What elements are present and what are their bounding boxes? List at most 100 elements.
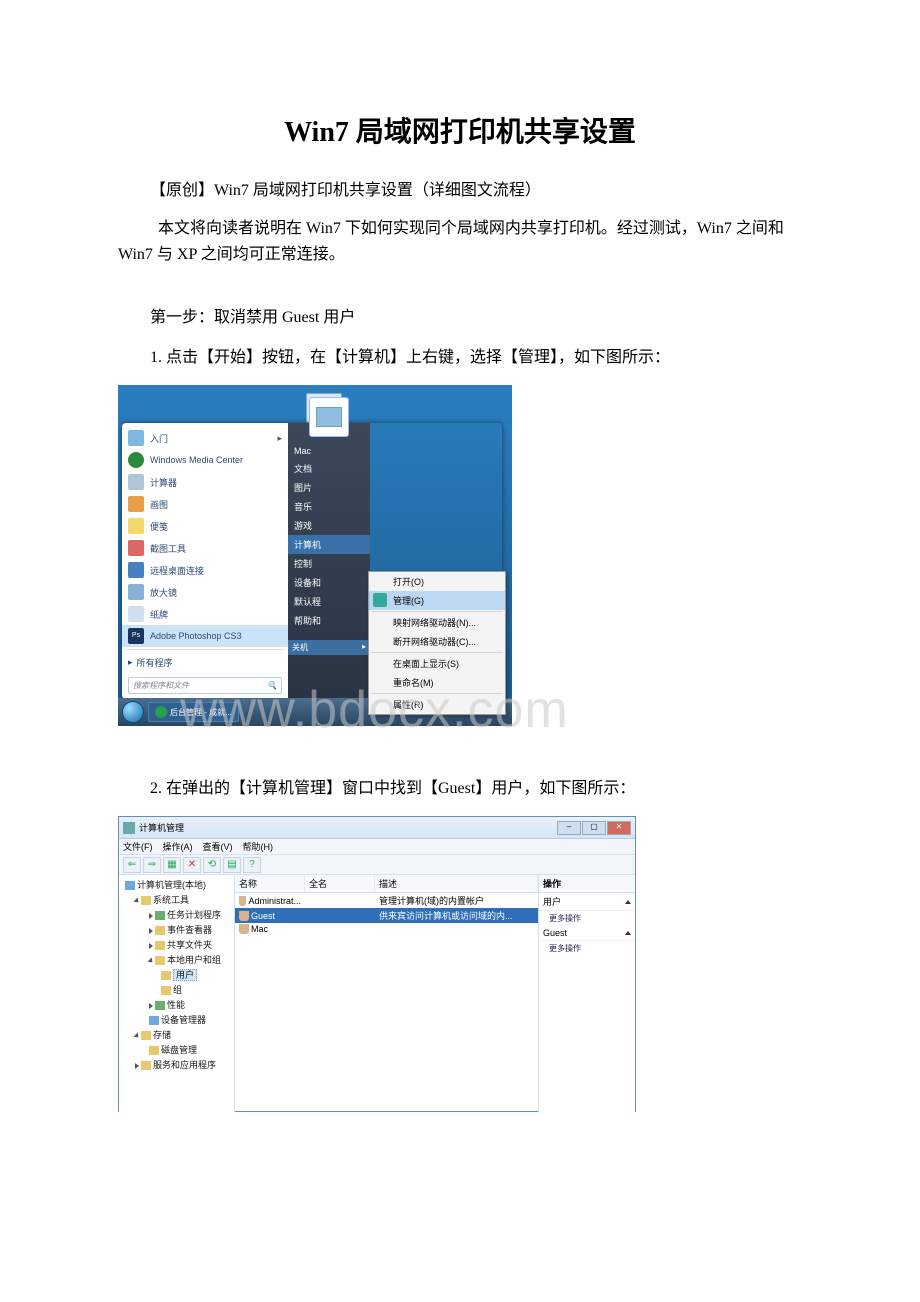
sm-right-item[interactable]: 音乐 [288, 497, 370, 516]
toolbar-forward[interactable]: ⇒ [143, 857, 161, 873]
folder-icon [141, 896, 151, 905]
tree-storage[interactable]: 存储 [121, 1027, 232, 1042]
toolbar-help[interactable]: ? [243, 857, 261, 873]
col-name[interactable]: 名称 [235, 875, 305, 892]
sm-item[interactable]: 计算器 [122, 471, 288, 493]
actions-section-users[interactable]: 用户 [539, 893, 635, 911]
sm-item[interactable]: 纸牌 [122, 603, 288, 625]
all-programs[interactable]: ▸所有程序 [122, 652, 288, 673]
tree-services[interactable]: 服务和应用程序 [121, 1057, 232, 1072]
sm-right-item[interactable]: 设备和 [288, 573, 370, 592]
tree-task[interactable]: 任务计划程序 [121, 907, 232, 922]
ctx-open[interactable]: 打开(O) [369, 572, 505, 591]
computer-icon [125, 881, 135, 890]
sm-right-item[interactable]: 游戏 [288, 516, 370, 535]
chevron-up-icon [625, 931, 631, 935]
shutdown-button[interactable]: 关机▸ [288, 640, 370, 655]
maximize-button[interactable]: ▢ [582, 821, 606, 835]
menu-help[interactable]: 帮助(H) [243, 840, 274, 853]
list-panel: 名称 全名 描述 Administrat... 管理计算机(域)的内置帐户 Gu… [235, 875, 539, 1113]
chevron-right-icon: ▸ [277, 433, 282, 444]
sm-item[interactable]: PsAdobe Photoshop CS3 [122, 625, 288, 647]
menu-action[interactable]: 操作(A) [163, 840, 193, 853]
storage-icon [141, 1031, 151, 1040]
app-icon [123, 822, 135, 834]
sm-right-item-computer[interactable]: 计算机 [288, 535, 370, 554]
ctx-disconnect-drive[interactable]: 断开网络驱动器(C)... [369, 632, 505, 651]
event-icon [155, 926, 165, 935]
tree-disk[interactable]: 磁盘管理 [121, 1042, 232, 1057]
step1-title: 第一步：取消禁用 Guest 用户 [118, 303, 802, 327]
sm-label: 便笺 [150, 520, 168, 533]
sm-right-item[interactable]: 帮助和 [288, 611, 370, 630]
app-icon [128, 452, 144, 468]
chevron-right-icon [135, 1063, 139, 1069]
actions-panel: 操作 用户 更多操作 Guest 更多操作 [539, 875, 635, 1113]
tree-devmgr[interactable]: 设备管理器 [121, 1012, 232, 1027]
table-row[interactable]: Mac [235, 923, 538, 935]
sm-label: 放大镜 [150, 586, 177, 599]
actions-more[interactable]: 更多操作 [539, 911, 635, 926]
tree-groups[interactable]: 组 [121, 982, 232, 997]
sm-right-item[interactable]: 控制 [288, 554, 370, 573]
ctx-label: 管理(G) [393, 596, 424, 606]
screenshot-start-menu: 入门▸ Windows Media Center 计算器 画图 便笺 截图工具 … [118, 385, 512, 726]
toolbar-props[interactable]: ▤ [223, 857, 241, 873]
start-orb[interactable] [122, 701, 144, 723]
col-desc[interactable]: 描述 [375, 875, 538, 892]
sm-right-item[interactable]: 默认程 [288, 592, 370, 611]
sm-item[interactable]: 截图工具 [122, 537, 288, 559]
sm-label: 远程桌面连接 [150, 564, 204, 577]
toolbar-refresh[interactable]: ⟲ [203, 857, 221, 873]
ctx-properties[interactable]: 属性(R) [369, 695, 505, 714]
table-row-guest[interactable]: Guest 供来宾访问计算机或访问域的内... [235, 908, 538, 923]
users-icon [155, 956, 165, 965]
app-icon [128, 562, 144, 578]
tree-perf[interactable]: 性能 [121, 997, 232, 1012]
sm-item[interactable]: Windows Media Center [122, 449, 288, 471]
table-row[interactable]: Administrat... 管理计算机(域)的内置帐户 [235, 893, 538, 908]
actions-section-guest[interactable]: Guest [539, 926, 635, 941]
divider [371, 611, 503, 612]
device-icon [149, 1016, 159, 1025]
user-icon [239, 896, 246, 906]
toolbar-up[interactable]: ▦ [163, 857, 181, 873]
tree-users[interactable]: 用户 [121, 967, 232, 982]
sm-right-item[interactable]: 图片 [288, 478, 370, 497]
divider [126, 649, 284, 650]
manage-icon [373, 593, 387, 607]
ctx-rename[interactable]: 重命名(M) [369, 673, 505, 692]
col-full[interactable]: 全名 [305, 875, 375, 892]
ctx-map-drive[interactable]: 映射网络驱动器(N)... [369, 613, 505, 632]
sm-right-item[interactable]: 文档 [288, 459, 370, 478]
toolbar-delete[interactable]: ✕ [183, 857, 201, 873]
taskbar-item[interactable]: 后台管理 - 成就... [148, 702, 239, 722]
tree-shared[interactable]: 共享文件夹 [121, 937, 232, 952]
app-icon [128, 540, 144, 556]
menu-file[interactable]: 文件(F) [123, 840, 153, 853]
chevron-right-icon [149, 913, 153, 919]
ctx-show-desktop[interactable]: 在桌面上显示(S) [369, 654, 505, 673]
tree-systools[interactable]: 系统工具 [121, 892, 232, 907]
sm-item[interactable]: 入门▸ [122, 427, 288, 449]
minimize-button[interactable]: – [557, 821, 581, 835]
all-programs-label: 所有程序 [137, 656, 173, 669]
ctx-manage[interactable]: 管理(G) [369, 591, 505, 610]
start-menu-left: 入门▸ Windows Media Center 计算器 画图 便笺 截图工具 … [122, 423, 288, 699]
sm-item[interactable]: 画图 [122, 493, 288, 515]
sm-item[interactable]: 放大镜 [122, 581, 288, 603]
folder-icon [155, 941, 165, 950]
menu-view[interactable]: 查看(V) [203, 840, 233, 853]
sm-right-item[interactable]: Mac [288, 443, 370, 459]
tree-root[interactable]: 计算机管理(本地) [121, 877, 232, 892]
chevron-right-icon [149, 1003, 153, 1009]
search-input[interactable]: 搜索程序和文件🔍 [128, 677, 282, 694]
tree-event[interactable]: 事件查看器 [121, 922, 232, 937]
actions-more[interactable]: 更多操作 [539, 941, 635, 956]
sm-item[interactable]: 远程桌面连接 [122, 559, 288, 581]
user-icon [239, 924, 249, 934]
toolbar-back[interactable]: ⇐ [123, 857, 141, 873]
tree-localusers[interactable]: 本地用户和组 [121, 952, 232, 967]
sm-item[interactable]: 便笺 [122, 515, 288, 537]
close-button[interactable]: ✕ [607, 821, 631, 835]
